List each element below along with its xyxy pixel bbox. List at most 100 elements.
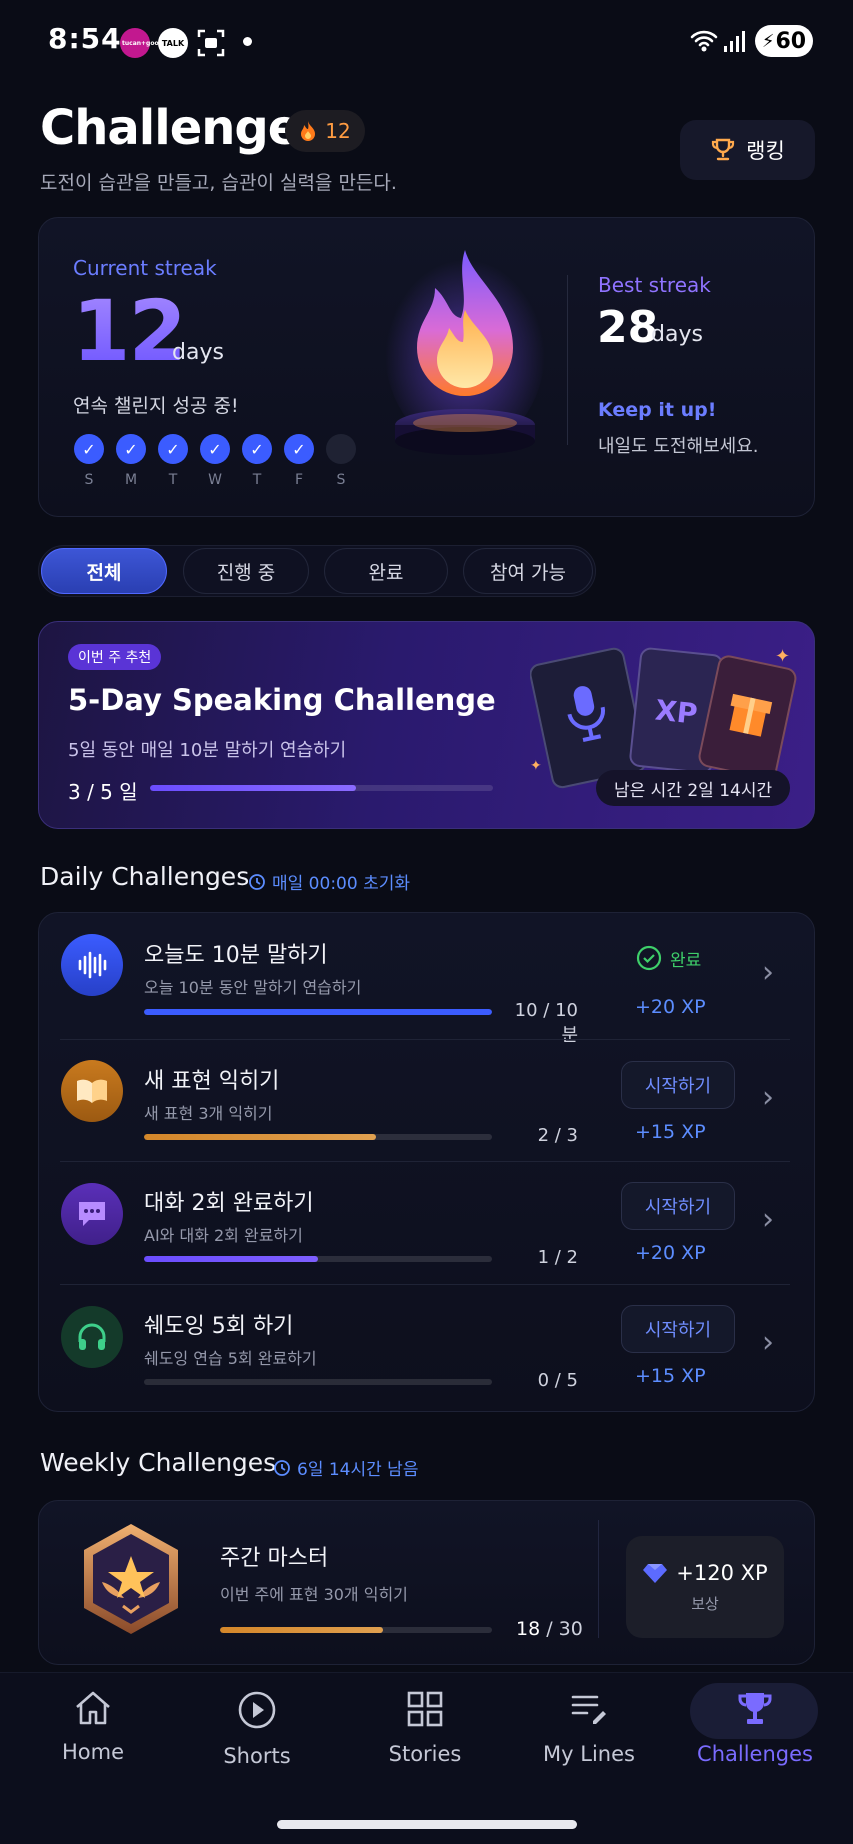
nav-my-lines[interactable]: My Lines (514, 1690, 664, 1790)
check-circle-icon (636, 945, 662, 971)
wifi-icon (690, 28, 718, 58)
week-day: ✓ T (242, 434, 272, 488)
book-icon (61, 1060, 123, 1122)
featured-badge: 이번 주 추천 (68, 644, 162, 670)
trophy-icon (712, 138, 735, 161)
headphones-icon (61, 1306, 123, 1368)
daily-item-subtitle: 오늘 10분 동안 말하기 연습하기 (144, 978, 362, 997)
current-streak-message: 연속 챌린지 성공 중! (73, 395, 239, 417)
keep-it-up-title: Keep it up! (598, 399, 717, 421)
weekly-item-subtitle: 이번 주에 표현 30개 익히기 (220, 1585, 408, 1604)
weekly-reward-label: 보상 (691, 1594, 719, 1613)
featured-progress-bar (150, 785, 493, 791)
week-day: ✓ W (200, 434, 230, 488)
current-streak-unit: days (172, 340, 224, 365)
screen-capture-icon (196, 28, 226, 62)
nav-label: Shorts (223, 1744, 291, 1768)
page-subtitle: 도전이 습관을 만들고, 습관이 실력을 만든다. (40, 172, 397, 194)
daily-item-status-text: 완료 (670, 950, 702, 971)
featured-progress-fill (150, 785, 356, 791)
streak-flame-illustration (380, 240, 550, 474)
weekly-section-title: Weekly Challenges (40, 1448, 277, 1477)
weekly-reward-row: +120 XP (642, 1560, 768, 1585)
daily-section-title: Daily Challenges (40, 862, 250, 891)
nav-home[interactable]: Home (18, 1690, 168, 1790)
daily-item-progress-bar (144, 1134, 492, 1140)
weekly-reward-box: +120 XP 보상 (626, 1536, 784, 1638)
nav-shorts[interactable]: Shorts (182, 1690, 332, 1790)
daily-reset-text: 매일 00:00 초기화 (272, 874, 410, 894)
daily-item-progress-fill (144, 1009, 492, 1015)
nav-label: Challenges (697, 1742, 813, 1766)
signal-icon (722, 28, 748, 58)
daily-reset-note: 매일 00:00 초기화 (248, 869, 410, 894)
tab-in-progress[interactable]: 진행 중 (183, 548, 309, 594)
featured-remaining-time: 남은 시간 2일 14시간 (596, 770, 791, 806)
daily-item-progress-bar (144, 1256, 492, 1262)
svg-text:✦: ✦ (775, 646, 790, 667)
grid-icon (407, 1691, 443, 1727)
tab-completed[interactable]: 완료 (324, 548, 448, 594)
weekly-reward-xp: +120 XP (676, 1560, 768, 1585)
check-icon: ✓ (284, 434, 314, 464)
day-letter: T (252, 472, 262, 488)
home-indicator[interactable] (277, 1820, 577, 1829)
weekly-item-progress-fill (220, 1627, 384, 1633)
start-button[interactable]: 시작하기 (621, 1182, 735, 1230)
notification-dot (243, 37, 252, 46)
clock-icon (274, 1459, 290, 1476)
daily-item-status: 완료 (636, 945, 701, 971)
week-day: ✓ T (158, 434, 188, 488)
daily-item-progress-fill (144, 1256, 318, 1262)
daily-item-subtitle: 쉐도잉 연습 5회 완료하기 (144, 1349, 317, 1368)
chevron-right-icon[interactable]: › (762, 955, 774, 990)
ranking-button[interactable]: 랭킹 (680, 120, 815, 180)
day-letter: T (168, 472, 178, 488)
waveform-icon (61, 934, 123, 996)
start-button[interactable]: 시작하기 (621, 1305, 735, 1353)
tab-all[interactable]: 전체 (41, 548, 167, 594)
status-time: 8:54 (48, 22, 122, 55)
daily-item-count: 1 / 2 (537, 1247, 578, 1268)
nav-stories[interactable]: Stories (350, 1690, 500, 1790)
streak-divider (567, 275, 568, 445)
nav-challenges[interactable]: Challenges (680, 1690, 830, 1790)
featured-title: 5-Day Speaking Challenge (68, 683, 496, 717)
chat-bubble-icon (61, 1183, 123, 1245)
daily-item-progress-fill (144, 1134, 376, 1140)
daily-item-xp: +20 XP (635, 1242, 706, 1264)
check-icon: ✓ (116, 434, 146, 464)
weekly-count-done: 18 (516, 1618, 541, 1640)
weekly-divider (598, 1520, 599, 1638)
daily-item-xp: +15 XP (635, 1365, 706, 1387)
daily-item-xp: +15 XP (635, 1121, 706, 1143)
home-icon (76, 1691, 110, 1725)
chevron-right-icon[interactable]: › (762, 1325, 774, 1360)
featured-subtitle: 5일 동안 매일 10분 말하기 연습하기 (68, 740, 347, 761)
tucan-app-icon: tucan+good (120, 28, 163, 58)
daily-item-title: 쉐도잉 5회 하기 (144, 1314, 294, 1339)
edit-list-icon (571, 1695, 606, 1724)
trophy-icon (738, 1693, 772, 1724)
xp-card-text: XP (654, 693, 699, 730)
ranking-label: 랭킹 (746, 139, 785, 163)
day-letter: M (124, 472, 138, 488)
daily-item-count: 0 / 5 (537, 1370, 578, 1391)
week-progress: ✓ S ✓ M ✓ T ✓ W ✓ T ✓ F S (74, 434, 356, 488)
check-icon: ✓ (200, 434, 230, 464)
master-medal-icon (76, 1520, 186, 1642)
tab-available[interactable]: 참여 가능 (463, 548, 593, 594)
daily-item-title: 대화 2회 완료하기 (144, 1191, 314, 1216)
day-letter: S (336, 472, 346, 488)
weekly-count-total: / 30 (546, 1618, 583, 1640)
chevron-right-icon[interactable]: › (762, 1202, 774, 1237)
daily-item-progress-bar (144, 1009, 492, 1015)
chevron-right-icon[interactable]: › (762, 1080, 774, 1115)
charging-icon: ⚡ (761, 30, 775, 52)
best-streak-label: Best streak (598, 273, 711, 297)
start-button[interactable]: 시작하기 (621, 1061, 735, 1109)
nav-label: Home (61, 1740, 124, 1764)
best-streak-unit: days (651, 322, 703, 347)
streak-chip: 12 (285, 110, 365, 152)
check-icon: ✓ (158, 434, 188, 464)
